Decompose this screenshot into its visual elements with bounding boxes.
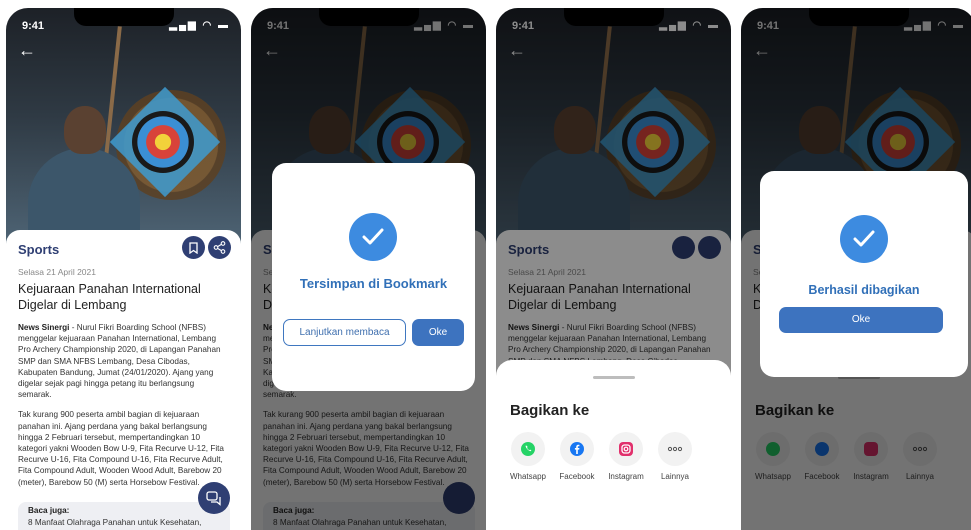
back-arrow-icon[interactable]: ← [18, 41, 40, 60]
share-more[interactable]: Lainnya [646, 432, 704, 481]
instagram-icon [609, 432, 643, 466]
related-label: Baca juga: [28, 506, 70, 515]
article-paragraph: Tak kurang 900 peserta ambil bagian di k… [18, 410, 224, 487]
status-time: 9:41 [22, 20, 45, 32]
whatsapp-icon [511, 432, 545, 466]
related-article[interactable]: Baca juga: 8 Manfaat Olahraga Panahan un… [18, 502, 230, 530]
bookmark-button[interactable] [182, 236, 205, 259]
bookmark-dialog: Tersimpan di Bookmark Lanjutkan membaca … [272, 163, 475, 391]
article-card: Sports Selasa 21 April 2021 Kejuaraan Pa… [6, 230, 241, 530]
bookmark-screen: 9:41 ▂▄▆ ◠ ▬ ← Sports Selasa 21 April 20… [251, 8, 486, 530]
continue-reading-button[interactable]: Lanjutkan membaca [283, 319, 406, 346]
share-button[interactable] [208, 236, 231, 259]
chat-button[interactable] [198, 482, 230, 514]
ok-button[interactable]: Oke [412, 319, 464, 346]
status-bar: 9:41 ▂▄▆ ◠ ▬ [20, 20, 230, 36]
check-icon [349, 213, 397, 261]
status-icons: ▂▄▆ ◠ ▬ [169, 20, 230, 31]
facebook-icon [560, 432, 594, 466]
share-options: Whatsapp Facebook Instagram Lainnya [496, 432, 731, 492]
article-date: Selasa 21 April 2021 [18, 267, 96, 277]
bookmark-icon [189, 241, 198, 254]
chat-icon [206, 490, 221, 506]
dialog-title: Tersimpan di Bookmark [299, 276, 448, 291]
share-screen: 9:41 ▂▄▆ ◠ ▬ ← Sports Selasa 21 April 20… [496, 8, 731, 530]
article-title: Kejuaraan Panahan International Digelar … [18, 282, 201, 312]
share-sheet-title: Bagikan ke [510, 402, 590, 419]
share-sheet: Bagikan ke Whatsapp Facebook Instagram L… [496, 360, 731, 530]
article-body: News Sinergi - Nurul Fikri Boarding Scho… [18, 322, 230, 497]
related-link: 8 Manfaat Olahraga Panahan untuk Kesehat… [28, 518, 202, 527]
article-screen: 9:41 ▂▄▆ ◠ ▬ ← Sports Selasa 21 April 20… [6, 8, 241, 530]
article-category: Sports [18, 242, 60, 257]
share-success-dialog: Berhasil dibagikan Oke [760, 171, 968, 377]
share-icon [213, 241, 226, 254]
ok-button[interactable]: Oke [779, 307, 943, 333]
check-icon [840, 215, 888, 263]
more-icon [658, 432, 692, 466]
hero-image [6, 8, 241, 248]
dialog-title: Berhasil dibagikan [808, 283, 920, 297]
article-paragraph: - Nurul Fikri Boarding School (NFBS) men… [18, 323, 221, 400]
sheet-handle[interactable] [593, 376, 635, 379]
share-success-screen: 9:41 ▂▄▆ ◠ ▬ ← Sports Selasa 21 April 20… [741, 8, 971, 530]
article-source: News Sinergi [18, 323, 70, 332]
